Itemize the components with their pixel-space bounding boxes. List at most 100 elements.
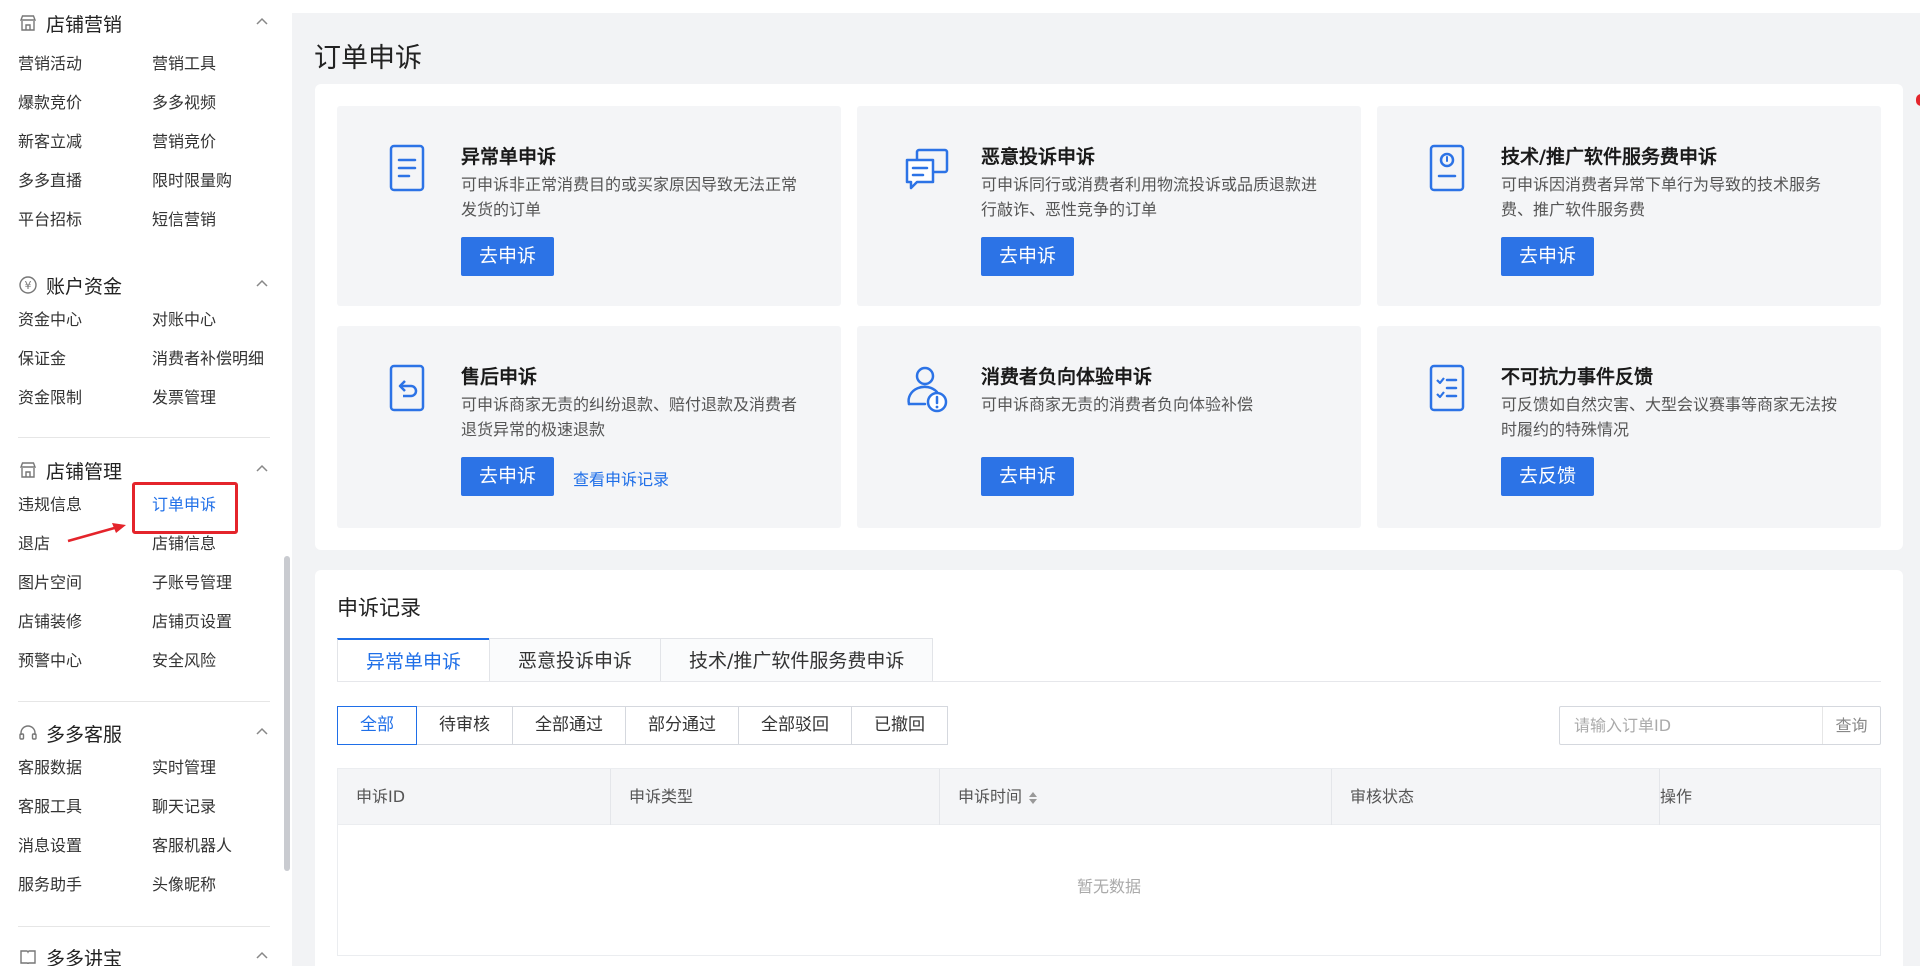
appeal-button[interactable]: 去申诉 — [981, 457, 1075, 496]
sidebar-item[interactable]: 资金限制 — [18, 388, 152, 427]
sidebar-scrollbar[interactable] — [284, 556, 290, 871]
sidebar-item[interactable]: 预警中心 — [18, 651, 152, 690]
book-icon — [18, 947, 38, 966]
sidebar-item[interactable]: 店铺装修 — [18, 612, 152, 651]
filter-all[interactable]: 全部 — [337, 706, 417, 745]
sidebar-item[interactable]: 客服机器人 — [152, 836, 286, 875]
sidebar-item[interactable]: 资金中心 — [18, 310, 152, 349]
sidebar-item[interactable]: 发票管理 — [152, 388, 286, 427]
sidebar-item[interactable]: 营销活动 — [18, 54, 152, 93]
appeal-types-panel: 异常单申诉 可申诉非正常消费目的或买家原因导致无法正常发货的订单 去申诉 恶意投… — [315, 84, 1903, 550]
sidebar-divider — [18, 701, 270, 702]
table-header: 申诉ID 申诉类型 申诉时间 审核状态 操作 — [338, 769, 1880, 825]
tile-description: 可申诉因消费者异常下单行为导致的技术服务费、推广软件服务费 — [1501, 175, 1822, 219]
sidebar-item[interactable]: 短信营销 — [152, 210, 286, 249]
chevron-up-icon[interactable] — [254, 461, 270, 477]
sidebar-section-title: 多多客服 — [46, 723, 123, 746]
store-icon — [18, 460, 38, 480]
filter-partial[interactable]: 部分通过 — [625, 706, 739, 745]
sidebar-divider — [18, 437, 270, 438]
sidebar-item[interactable]: 营销工具 — [152, 54, 286, 93]
sidebar-item[interactable]: 店铺页设置 — [152, 612, 286, 651]
sidebar-section-header[interactable]: 店铺管理 — [18, 455, 270, 485]
sidebar-section-header[interactable]: 多多客服 — [18, 718, 270, 748]
records-table: 申诉ID 申诉类型 申诉时间 审核状态 操作 暂无数据 — [337, 768, 1881, 956]
sidebar-item[interactable]: 对账中心 — [152, 310, 286, 349]
feedback-button[interactable]: 去反馈 — [1501, 457, 1595, 496]
sidebar-item[interactable]: 子账号管理 — [152, 573, 286, 612]
filter-approved[interactable]: 全部通过 — [512, 706, 626, 745]
column-header: 操作 — [1660, 769, 1880, 825]
empty-state: 暂无数据 — [1076, 877, 1141, 896]
chevron-up-icon[interactable] — [254, 14, 270, 30]
view-appeal-records-link[interactable]: 查看申诉记录 — [573, 466, 669, 490]
sidebar-section-title: 店铺管理 — [46, 460, 123, 483]
chevron-up-icon[interactable] — [254, 948, 270, 964]
checklist-icon — [1429, 364, 1465, 412]
notification-dot[interactable] — [1916, 94, 1920, 106]
sidebar-item[interactable]: 头像昵称 — [152, 875, 286, 914]
appeal-button[interactable]: 去申诉 — [981, 237, 1075, 276]
sidebar-item[interactable]: 消费者补偿明细 — [152, 349, 286, 388]
return-icon — [389, 364, 425, 412]
sidebar-section-header[interactable]: 店铺营销 — [18, 8, 270, 38]
top-strip — [292, 0, 1920, 13]
headset-icon — [18, 723, 38, 743]
tab-abnormal-order[interactable]: 异常单申诉 — [337, 638, 491, 682]
sort-icon[interactable] — [1028, 791, 1038, 805]
order-id-input[interactable] — [1560, 707, 1822, 744]
tile-description: 可申诉商家无责的消费者负向体验补偿 — [981, 395, 1254, 414]
sidebar-section-title: 店铺营销 — [46, 13, 123, 36]
sidebar-divider — [18, 926, 270, 927]
tab-service-fee[interactable]: 技术/推广软件服务费申诉 — [660, 638, 934, 682]
sidebar-item[interactable]: 客服工具 — [18, 797, 152, 836]
records-title: 申诉记录 — [337, 596, 421, 620]
sidebar-item[interactable]: 图片空间 — [18, 573, 152, 612]
column-header-sortable[interactable]: 申诉时间 — [940, 769, 1332, 825]
tile-title: 售后申诉 — [461, 366, 538, 388]
chevron-up-icon[interactable] — [254, 724, 270, 740]
annotation-highlight-box — [132, 482, 238, 534]
appeal-button[interactable]: 去申诉 — [461, 457, 555, 496]
filter-rejected[interactable]: 全部驳回 — [738, 706, 852, 745]
sidebar-item[interactable]: 消息设置 — [18, 836, 152, 875]
sidebar-item[interactable]: 平台招标 — [18, 210, 152, 249]
tab-malicious-complaint[interactable]: 恶意投诉申诉 — [489, 638, 662, 682]
store-icon — [18, 13, 38, 33]
sidebar-item[interactable]: 聊天记录 — [152, 797, 286, 836]
sidebar-item[interactable]: 新客立减 — [18, 132, 152, 171]
sidebar-section-header[interactable]: 多多讲宝 — [18, 942, 270, 966]
main-content: 订单申诉 异常单申诉 可申诉非正常消费目的或买家原因导致无法正常发货的订单 去申… — [292, 0, 1920, 966]
appeal-tile-force-majeure: 不可抗力事件反馈 可反馈如自然灾害、大型会议赛事等商家无法按时履约的特殊情况 去… — [1377, 326, 1881, 528]
alert-document-icon — [1429, 144, 1465, 192]
sidebar-item[interactable]: 实时管理 — [152, 758, 286, 797]
user-alert-icon — [907, 366, 948, 413]
sidebar-section-customer-service: 多多客服 客服数据 实时管理 客服工具 聊天记录 消息设置 客服机器人 服务助手… — [18, 718, 270, 914]
sidebar-item[interactable]: 多多直播 — [18, 171, 152, 210]
sidebar-item[interactable]: 多多视频 — [152, 93, 286, 132]
sidebar-item[interactable]: 爆款竞价 — [18, 93, 152, 132]
appeal-button[interactable]: 去申诉 — [461, 237, 555, 276]
sidebar-item[interactable]: 保证金 — [18, 349, 152, 388]
page-title: 订单申诉 — [314, 43, 422, 74]
records-tabs: 异常单申诉 恶意投诉申诉 技术/推广软件服务费申诉 — [337, 638, 934, 682]
search-button[interactable]: 查询 — [1822, 707, 1880, 744]
sidebar-item[interactable]: 店铺信息 — [152, 534, 286, 573]
sidebar-section-header[interactable]: ¥ 账户资金 — [18, 270, 270, 300]
sidebar-item[interactable]: 安全风险 — [152, 651, 286, 690]
filter-withdrawn[interactable]: 已撤回 — [851, 706, 948, 745]
sidebar-item[interactable]: 服务助手 — [18, 875, 152, 914]
sidebar: 店铺营销 营销活动 营销工具 爆款竞价 多多视频 新客立减 营销竞价 多多直播 … — [0, 0, 292, 966]
status-filters: 全部 待审核 全部通过 部分通过 全部驳回 已撤回 — [337, 706, 948, 745]
tile-description: 可申诉同行或消费者利用物流投诉或品质退款进行敲诈、恶性竞争的订单 — [981, 175, 1318, 219]
document-icon — [389, 144, 425, 192]
sidebar-section-funds: ¥ 账户资金 资金中心 对账中心 保证金 消费者补偿明细 资金限制 发票管理 — [18, 270, 270, 427]
appeal-button[interactable]: 去申诉 — [1501, 237, 1595, 276]
sidebar-item[interactable]: 客服数据 — [18, 758, 152, 797]
messages-icon — [905, 148, 949, 190]
order-search: 查询 — [1559, 706, 1881, 745]
sidebar-item[interactable]: 限时限量购 — [152, 171, 286, 210]
filter-pending[interactable]: 待审核 — [416, 706, 513, 745]
chevron-up-icon[interactable] — [254, 276, 270, 292]
sidebar-item[interactable]: 营销竞价 — [152, 132, 286, 171]
